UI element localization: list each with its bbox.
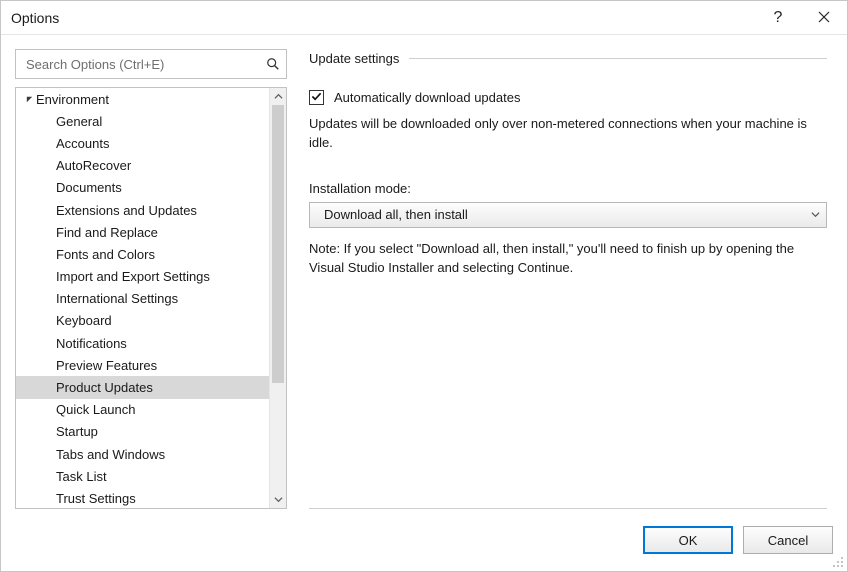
install-mode-note: Note: If you select "Download all, then … xyxy=(309,240,827,278)
tree-node-find-and-replace[interactable]: Find and Replace xyxy=(16,221,269,243)
tree-node-label: Import and Export Settings xyxy=(56,269,210,284)
install-mode-value: Download all, then install xyxy=(324,207,811,222)
collapse-icon xyxy=(22,95,36,104)
install-mode-label: Installation mode: xyxy=(309,181,827,196)
tree-node-label: Accounts xyxy=(56,136,109,151)
tree-node-label: Extensions and Updates xyxy=(56,203,197,218)
close-icon xyxy=(818,10,830,26)
titlebar: Options ? xyxy=(1,1,847,35)
section-rule xyxy=(409,58,827,59)
section-header: Update settings xyxy=(309,51,827,66)
auto-download-checkbox[interactable] xyxy=(309,90,324,105)
dialog-footer: OK Cancel xyxy=(1,509,847,571)
scroll-down-button[interactable] xyxy=(270,491,286,508)
close-button[interactable] xyxy=(801,1,847,35)
options-tree: Environment General Accounts AutoRecover Doc… xyxy=(15,87,287,509)
resize-grip-icon[interactable] xyxy=(830,554,844,568)
tree-node-label: General xyxy=(56,114,102,129)
tree-node-label: Preview Features xyxy=(56,358,157,373)
tree-node-startup[interactable]: Startup xyxy=(16,421,269,443)
tree-node-task-list[interactable]: Task List xyxy=(16,465,269,487)
scroll-up-button[interactable] xyxy=(270,88,286,105)
tree-node-extensions-and-updates[interactable]: Extensions and Updates xyxy=(16,199,269,221)
tree-node-label: Quick Launch xyxy=(56,402,136,417)
tree-node-trust-settings[interactable]: Trust Settings xyxy=(16,487,269,508)
tree-node-notifications[interactable]: Notifications xyxy=(16,332,269,354)
search-box[interactable] xyxy=(15,49,287,79)
tree-node-documents[interactable]: Documents xyxy=(16,177,269,199)
tree-node-label: AutoRecover xyxy=(56,158,131,173)
tree-node-label: Documents xyxy=(56,180,122,195)
tree-node-label: Keyboard xyxy=(56,313,112,328)
tree-node-fonts-and-colors[interactable]: Fonts and Colors xyxy=(16,243,269,265)
tree-node-label: Notifications xyxy=(56,336,127,351)
section-title: Update settings xyxy=(309,51,399,66)
window-title: Options xyxy=(11,10,755,26)
tree-node-label: Startup xyxy=(56,424,98,439)
tree-node-label: Product Updates xyxy=(56,380,153,395)
auto-download-description: Updates will be downloaded only over non… xyxy=(309,115,827,153)
tree-node-label: Trust Settings xyxy=(56,491,136,506)
ok-label: OK xyxy=(679,533,698,548)
auto-download-label: Automatically download updates xyxy=(334,90,520,105)
tree-root-label: Environment xyxy=(36,92,109,107)
help-icon: ? xyxy=(774,9,783,27)
ok-button[interactable]: OK xyxy=(643,526,733,554)
chevron-down-icon xyxy=(811,207,820,222)
tree-node-label: Task List xyxy=(56,469,107,484)
tree-node-tabs-and-windows[interactable]: Tabs and Windows xyxy=(16,443,269,465)
scroll-thumb[interactable] xyxy=(272,105,284,383)
tree-node-product-updates[interactable]: Product Updates xyxy=(16,376,269,398)
tree-node-international-settings[interactable]: International Settings xyxy=(16,288,269,310)
search-input[interactable] xyxy=(24,56,266,73)
install-mode-select[interactable]: Download all, then install xyxy=(309,202,827,228)
options-dialog: Options ? Environment General Accounts Auto… xyxy=(0,0,848,572)
help-button[interactable]: ? xyxy=(755,1,801,35)
tree-node-label: Tabs and Windows xyxy=(56,447,165,462)
search-icon xyxy=(266,57,280,71)
cancel-label: Cancel xyxy=(768,533,808,548)
tree-node-label: Fonts and Colors xyxy=(56,247,155,262)
tree-node-general[interactable]: General xyxy=(16,110,269,132)
tree-node-label: International Settings xyxy=(56,291,178,306)
cancel-button[interactable]: Cancel xyxy=(743,526,833,554)
tree-node-import-and-export-settings[interactable]: Import and Export Settings xyxy=(16,266,269,288)
scroll-track[interactable] xyxy=(270,105,286,491)
tree-node-preview-features[interactable]: Preview Features xyxy=(16,354,269,376)
tree-node-label: Find and Replace xyxy=(56,225,158,240)
tree-node-accounts[interactable]: Accounts xyxy=(16,132,269,154)
tree-node-quick-launch[interactable]: Quick Launch xyxy=(16,399,269,421)
tree-node-autorecover[interactable]: AutoRecover xyxy=(16,155,269,177)
tree-node-environment[interactable]: Environment xyxy=(16,88,269,110)
check-icon xyxy=(311,90,322,105)
tree-node-keyboard[interactable]: Keyboard xyxy=(16,310,269,332)
tree-scrollbar[interactable] xyxy=(269,88,286,508)
